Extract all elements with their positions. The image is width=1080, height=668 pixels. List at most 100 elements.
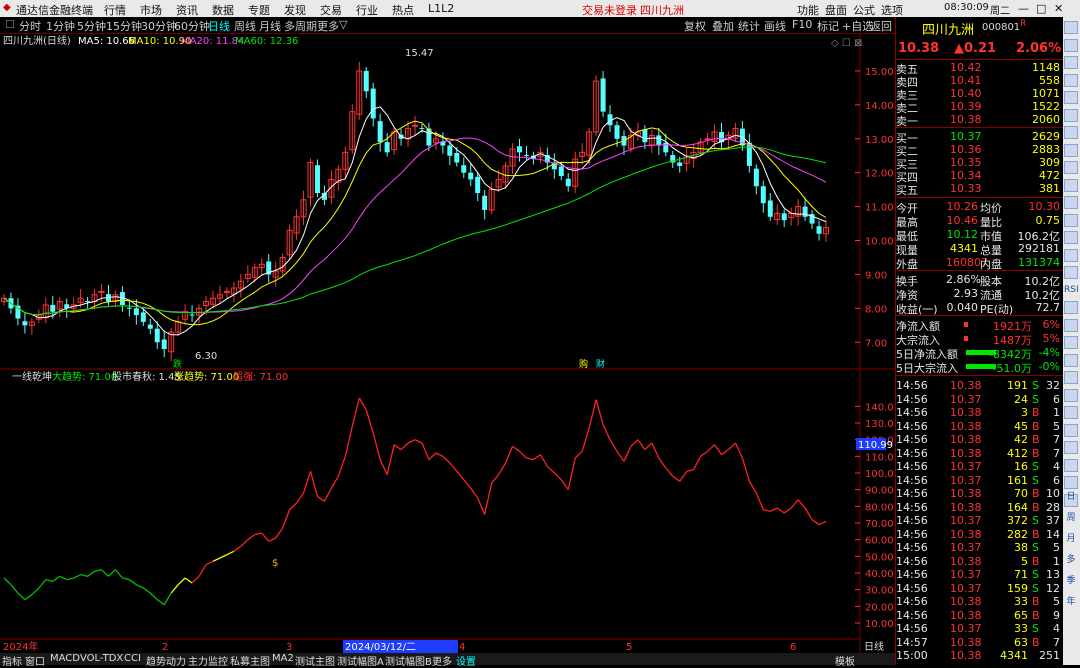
ask-row[interactable]: 卖三 10.40 1071 (896, 87, 1064, 102)
side-tool-icon[interactable] (1064, 301, 1078, 314)
bid-row[interactable]: 买四 10.34 472 (896, 169, 1064, 184)
tick-row[interactable]: 14:56 10.37 16 S 4 (896, 460, 1064, 473)
side-tool-icon[interactable]: 月 (1064, 533, 1078, 546)
flow-row[interactable]: 净流入额 1921万 6% (896, 318, 1064, 333)
tool-watchlist[interactable]: +自选 (842, 18, 873, 34)
side-tool-icon[interactable] (1064, 126, 1078, 139)
menu-news[interactable]: 资讯 (176, 2, 198, 18)
tab-macd[interactable]: MACD (50, 653, 80, 664)
bid-row[interactable]: 买五 10.33 381 (896, 182, 1064, 197)
tab-trend-power[interactable]: 趋势动力 (146, 653, 186, 668)
tab-settings[interactable]: 设置 (456, 653, 476, 668)
side-tool-icon[interactable] (1064, 108, 1078, 122)
tick-row[interactable]: 14:56 10.37 159 S 12 (896, 582, 1064, 595)
tick-row[interactable]: 14:56 10.38 164 B 28 (896, 501, 1064, 514)
menu-hot[interactable]: 热点 (392, 2, 414, 18)
side-tool-icon[interactable]: 日 (1064, 491, 1078, 504)
stock-tab[interactable]: 四川九洲 (640, 2, 684, 18)
tab-private-main[interactable]: 私募主图 (230, 653, 270, 668)
stat2-row[interactable]: 净资 2.93 流通 10.2亿 (896, 287, 1064, 302)
side-tool-icon[interactable]: 季 (1064, 575, 1078, 588)
tick-row[interactable]: 14:56 10.38 191 S 32 (896, 379, 1064, 392)
tab-ma2[interactable]: MA2 (272, 653, 294, 664)
ask-row[interactable]: 卖二 10.39 1522 (896, 100, 1064, 115)
side-tool-icon[interactable] (1064, 213, 1078, 227)
tick-row[interactable]: 14:56 10.38 3 B 1 (896, 406, 1064, 419)
menu-quotes[interactable]: 行情 (104, 2, 126, 18)
tab-window[interactable]: 窗口 (25, 653, 45, 668)
tool-draw[interactable]: 画线 (764, 18, 786, 34)
menu-function[interactable]: 功能 (797, 2, 819, 18)
side-tool-icon[interactable]: RSI (1064, 284, 1079, 297)
stat-row[interactable]: 最低 10.12 市值 106.2亿 (896, 228, 1064, 243)
side-tool-icon[interactable] (1064, 248, 1078, 262)
tab-indicator[interactable]: 指标 (2, 653, 22, 668)
menu-data[interactable]: 数据 (212, 2, 234, 18)
side-tool-icon[interactable] (1064, 231, 1078, 244)
tick-row[interactable]: 14:56 10.37 71 S 13 (896, 568, 1064, 581)
period-more[interactable]: 更多 (317, 18, 339, 34)
tool-mark[interactable]: 标记 (817, 18, 839, 34)
menu-industry[interactable]: 行业 (356, 2, 378, 18)
tick-row[interactable]: 15:00 10.38 4341 251 (896, 649, 1064, 662)
bid-row[interactable]: 买一 10.37 2629 (896, 130, 1064, 145)
ask-row[interactable]: 卖五 10.42 1148 (896, 61, 1064, 76)
side-tool-icon[interactable] (1064, 406, 1078, 419)
tick-row[interactable]: 14:56 10.38 70 B 10 (896, 487, 1064, 500)
menu-topic[interactable]: 专题 (248, 2, 270, 18)
flow-row[interactable]: 大宗流入 1487万 5% (896, 332, 1064, 347)
menu-formula[interactable]: 公式 (853, 2, 875, 18)
tab-cci[interactable]: CCI (124, 653, 141, 664)
ask-row[interactable]: 卖一 10.38 2060 (896, 113, 1064, 128)
stat2-row[interactable]: 收益(一) 0.040 PE(动) 72.7 (896, 301, 1064, 316)
side-tool-icon[interactable]: 周 (1064, 512, 1078, 525)
tab-more[interactable]: 更多 (432, 653, 452, 668)
side-tool-icon[interactable] (1064, 388, 1078, 402)
menu-board[interactable]: 盘面 (825, 2, 847, 18)
tick-row[interactable]: 14:57 10.38 63 B 7 (896, 636, 1064, 649)
tab-test-b[interactable]: 测试幅图B (385, 653, 432, 668)
tool-f10[interactable]: F10 (792, 18, 812, 31)
tick-row[interactable]: 14:56 10.37 38 S 5 (896, 541, 1064, 554)
period-30min[interactable]: 30分钟 (141, 18, 177, 34)
side-tool-icon[interactable]: 年 (1064, 596, 1078, 609)
side-tool-icon[interactable] (1064, 73, 1078, 87)
period-monthly[interactable]: 月线 (259, 18, 281, 34)
period-60min[interactable]: 60分钟 (174, 18, 210, 34)
bid-row[interactable]: 买三 10.35 309 (896, 156, 1064, 171)
flow-row[interactable]: 5日净流入额 -8342万 -4% (896, 346, 1064, 361)
chevron-down-icon[interactable]: ▽ (339, 18, 347, 31)
tick-row[interactable]: 14:56 10.38 5 B 1 (896, 555, 1064, 568)
period-daily[interactable]: 日线 (208, 18, 230, 34)
side-tool-icon[interactable] (1064, 423, 1078, 437)
tick-row[interactable]: 14:56 10.38 412 B 7 (896, 447, 1064, 460)
tick-row[interactable]: 14:56 10.37 24 S 6 (896, 393, 1064, 406)
menu-market[interactable]: 市场 (140, 2, 162, 18)
side-tool-icon[interactable] (1064, 353, 1078, 367)
side-tool-icon[interactable]: 多 (1064, 554, 1078, 567)
tab-vol[interactable]: VOL-TDX (80, 653, 123, 664)
stat-row[interactable]: 外盘 160807 内盘 131374 (896, 256, 1064, 271)
period-multi[interactable]: 多周期 (284, 18, 317, 34)
tick-row[interactable]: 14:56 10.37 33 S 4 (896, 622, 1064, 635)
collapse-icon[interactable]: ◇ ☐ ⊠ (831, 38, 862, 49)
menu-l1l2[interactable]: L1L2 (428, 2, 454, 15)
period-weekly[interactable]: 周线 (234, 18, 256, 34)
tab-main-monitor[interactable]: 主力监控 (188, 653, 228, 668)
tick-row[interactable]: 14:56 10.38 45 B 5 (896, 420, 1064, 433)
side-tool-icon[interactable] (1064, 38, 1078, 52)
bid-row[interactable]: 买二 10.36 2883 (896, 143, 1064, 158)
tab-test-main[interactable]: 测试主图 (295, 653, 335, 668)
minimize-icon[interactable]: — (1018, 2, 1029, 15)
side-tool-icon[interactable] (1064, 458, 1078, 472)
ask-row[interactable]: 卖四 10.41 558 (896, 74, 1064, 89)
tick-row[interactable]: 14:56 10.38 65 B 9 (896, 609, 1064, 622)
trade-status[interactable]: 交易未登录 (582, 2, 637, 18)
stat-row[interactable]: 现量 4341 总量 292181 (896, 242, 1064, 257)
tick-row[interactable]: 14:56 10.38 33 B 5 (896, 595, 1064, 608)
tab-test-a[interactable]: 测试幅图A (337, 653, 384, 668)
side-tool-icon[interactable] (1064, 266, 1078, 279)
side-tool-icon[interactable] (1064, 161, 1078, 174)
period-tick[interactable]: 分时 (19, 18, 41, 34)
side-tool-icon[interactable] (1064, 441, 1078, 454)
